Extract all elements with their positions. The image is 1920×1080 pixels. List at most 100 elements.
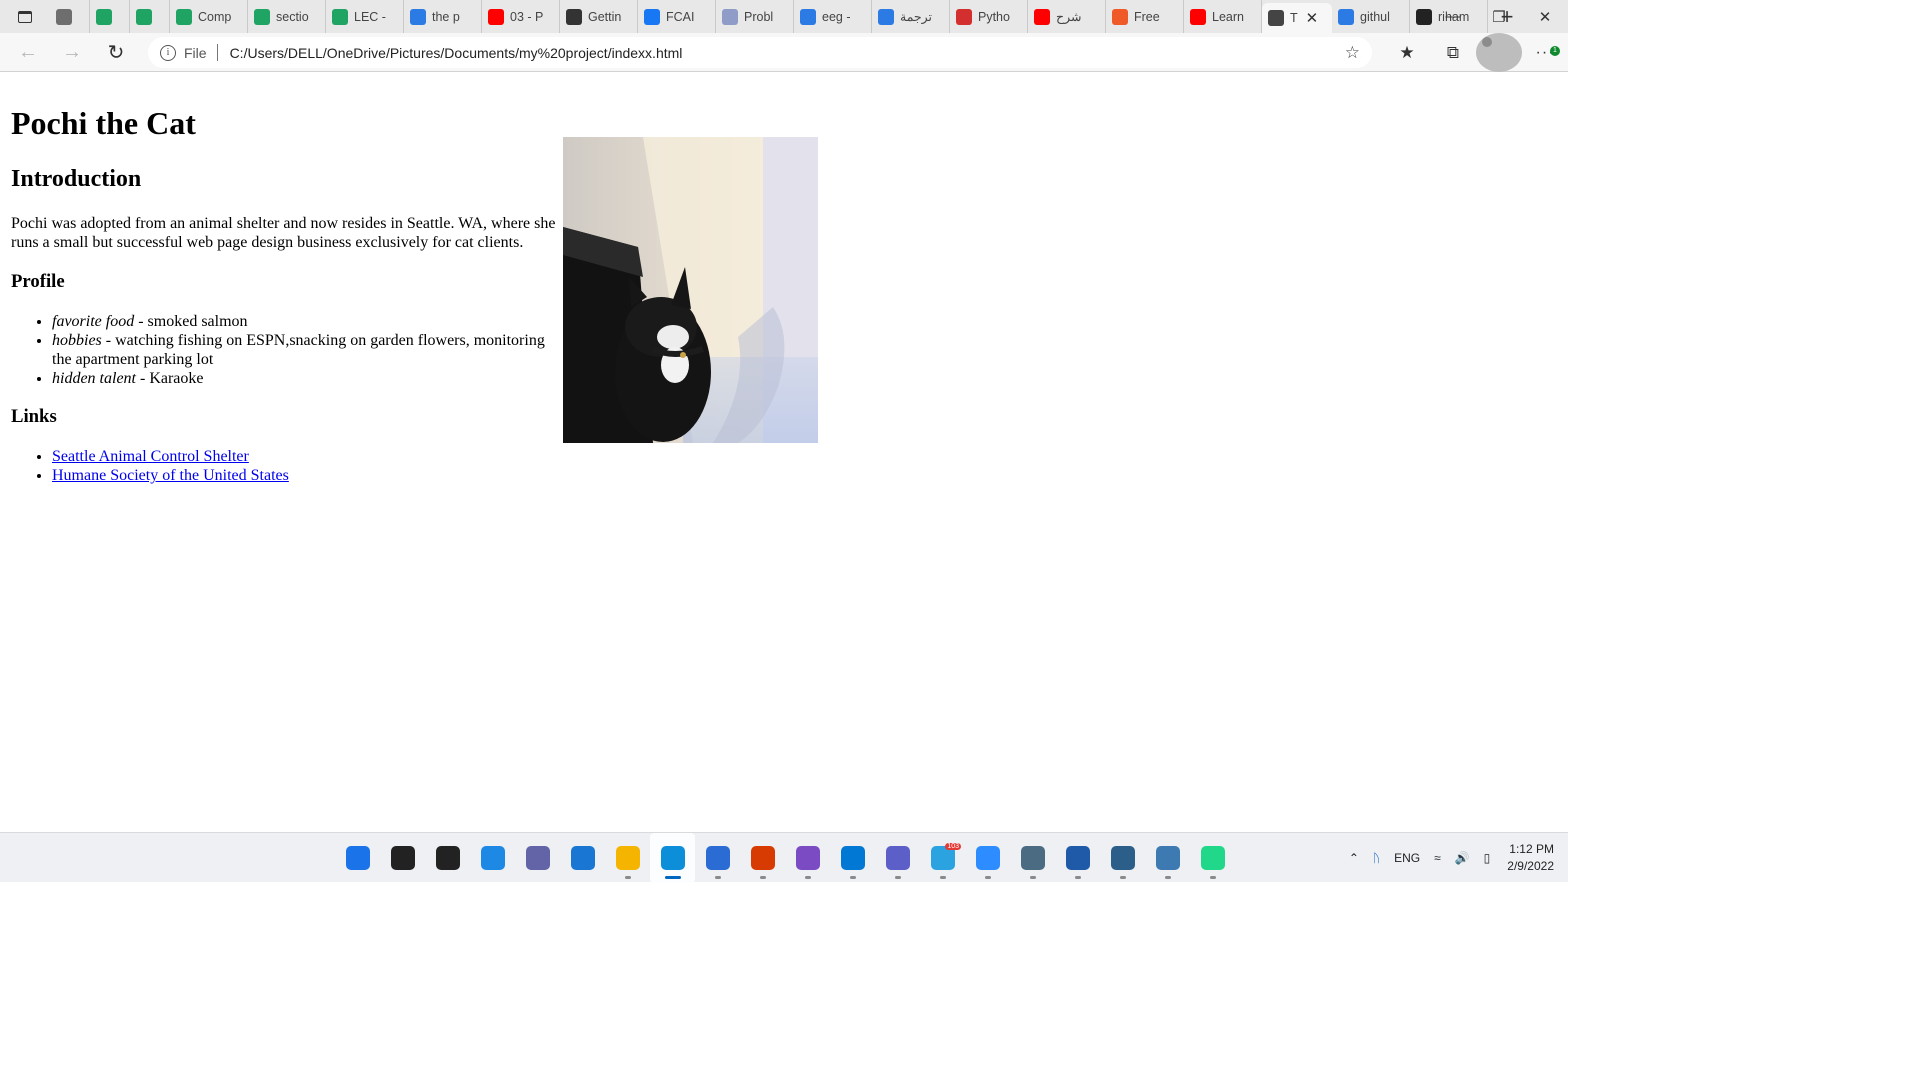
youtube-icon: [488, 8, 504, 25]
taskbar-app-1[interactable]: [380, 833, 425, 883]
chart-icon: [722, 8, 738, 25]
back-button[interactable]: ←: [6, 33, 50, 72]
profile-label: hobbies: [52, 332, 102, 349]
tab-label: FCAI: [666, 9, 695, 24]
teams-icon: [885, 846, 910, 870]
tab-2[interactable]: [130, 0, 170, 33]
link-humane-society[interactable]: Humane Society of the United States: [52, 467, 289, 484]
taskbar-app-12[interactable]: [875, 833, 920, 883]
profile-heading: Profile: [11, 271, 65, 292]
taskbar-app-10[interactable]: [785, 833, 830, 883]
tab-0[interactable]: [50, 0, 90, 33]
forward-button[interactable]: →: [50, 33, 94, 72]
tab-11[interactable]: eeg -: [794, 0, 872, 33]
tab-label: LEC -: [354, 9, 386, 24]
tab-1[interactable]: [90, 0, 130, 33]
tab-8[interactable]: Gettin: [560, 0, 638, 33]
site-info-icon[interactable]: i: [160, 44, 176, 61]
taskbar-app-18[interactable]: [1145, 833, 1190, 883]
volume-icon[interactable]: 🔊: [1455, 851, 1470, 865]
taskbar-app-14[interactable]: [965, 833, 1010, 883]
tab-13[interactable]: Pytho: [950, 0, 1028, 33]
profile-value: - smoked salmon: [134, 313, 248, 330]
tab-5[interactable]: LEC -: [326, 0, 404, 33]
wifi-icon[interactable]: ≈: [1434, 851, 1441, 865]
taskbar-app-7[interactable]: [650, 833, 695, 883]
tab-label: Pytho: [978, 9, 1010, 24]
virtualbox-icon: [1065, 846, 1090, 870]
running-indicator: [804, 876, 811, 879]
taskbar-app-0[interactable]: [335, 833, 380, 883]
taskbar-app-16[interactable]: [1055, 833, 1100, 883]
tab-10[interactable]: Probl: [716, 0, 794, 33]
taskbar-app-5[interactable]: [560, 833, 605, 883]
tab-7[interactable]: 03 - P: [482, 0, 560, 33]
tab-label: T: [1290, 11, 1298, 25]
taskbar-app-13[interactable]: 103: [920, 833, 965, 883]
tab-6[interactable]: the p: [404, 0, 482, 33]
add-favorite-icon[interactable]: ☆: [1345, 43, 1360, 63]
running-indicator: [1074, 876, 1081, 879]
taskbar-app-9[interactable]: [740, 833, 785, 883]
show-hidden-icons-icon[interactable]: ⌃: [1349, 851, 1359, 865]
tab-15[interactable]: Free: [1106, 0, 1184, 33]
tab-18[interactable]: githul: [1332, 0, 1410, 33]
google-drive-icon: [332, 8, 348, 25]
page-content: Pochi the Cat Introduction Pochi was ado…: [0, 72, 1568, 832]
bing-icon: [1338, 8, 1354, 25]
settings-menu-button[interactable]: ··· 1: [1522, 33, 1568, 72]
collections-icon[interactable]: ⧉: [1430, 33, 1476, 72]
taskbar-app-15[interactable]: [1010, 833, 1055, 883]
tab-12[interactable]: ترجمة: [872, 0, 950, 33]
address-bar[interactable]: i File C:/Users/DELL/OneDrive/Pictures/D…: [148, 37, 1372, 68]
google-drive-icon: [136, 8, 152, 25]
taskbar-app-17[interactable]: [1100, 833, 1145, 883]
taskbar-app-3[interactable]: [470, 833, 515, 883]
tab-14[interactable]: شرح: [1028, 0, 1106, 33]
battery-icon[interactable]: ▯: [1484, 851, 1491, 865]
running-indicator: [849, 876, 856, 879]
facebook-icon: [644, 8, 660, 25]
intro-text: Pochi was adopted from an animal shelter…: [11, 215, 556, 251]
tab-4[interactable]: sectio: [248, 0, 326, 33]
cat-photo-illustration: [563, 137, 818, 443]
taskbar-app-19[interactable]: [1190, 833, 1235, 883]
youtube-icon: [1190, 8, 1206, 25]
bing-icon: [410, 8, 426, 25]
tab-9[interactable]: FCAI: [638, 0, 716, 33]
tab-17[interactable]: T ✕: [1262, 3, 1332, 33]
taskbar-app-6[interactable]: [605, 833, 650, 883]
list-item: hobbies - watching fishing on ESPN,snack…: [52, 331, 564, 369]
minimize-button[interactable]: —: [1430, 0, 1476, 33]
clock[interactable]: 1:12 PM 2/9/2022: [1507, 841, 1554, 875]
notification-badge: 103: [945, 843, 961, 850]
running-indicator: [759, 876, 766, 879]
tab-16[interactable]: Learn: [1184, 0, 1262, 33]
browser-toolbar: ← → ↻ i File C:/Users/DELL/OneDrive/Pict…: [0, 33, 1568, 72]
tab-strip: Comp sectio LEC - the p 03 - P Gettin FCAI Prob…: [0, 0, 1568, 33]
close-window-button[interactable]: ✕: [1522, 0, 1568, 33]
protocol-label: File: [184, 44, 207, 61]
bluetooth-icon[interactable]: ᚢ: [1373, 851, 1380, 865]
bing-icon: [800, 8, 816, 25]
page-title: Pochi the Cat: [11, 105, 196, 141]
tab-label: 03 - P: [510, 9, 544, 24]
url-text[interactable]: C:/Users/DELL/OneDrive/Pictures/Document…: [230, 45, 683, 61]
tab-3[interactable]: Comp: [170, 0, 248, 33]
profile-button[interactable]: [1476, 33, 1522, 72]
taskbar-app-2[interactable]: [425, 833, 470, 883]
tab-actions-button[interactable]: [0, 0, 50, 33]
document-icon: [56, 8, 72, 25]
refresh-button[interactable]: ↻: [94, 33, 138, 72]
taskbar-apps: 103: [335, 833, 1235, 883]
taskbar-app-11[interactable]: [830, 833, 875, 883]
link-seattle-shelter[interactable]: Seattle Animal Control Shelter: [52, 448, 249, 465]
favorites-icon[interactable]: ★: [1384, 33, 1430, 72]
close-tab-icon[interactable]: ✕: [1306, 9, 1319, 27]
mail-icon: [570, 846, 595, 870]
language-indicator[interactable]: ENG: [1394, 851, 1420, 865]
taskbar-app-4[interactable]: [515, 833, 560, 883]
restore-button[interactable]: ❐: [1476, 0, 1522, 33]
taskbar-app-8[interactable]: [695, 833, 740, 883]
google-drive-icon: [254, 8, 270, 25]
